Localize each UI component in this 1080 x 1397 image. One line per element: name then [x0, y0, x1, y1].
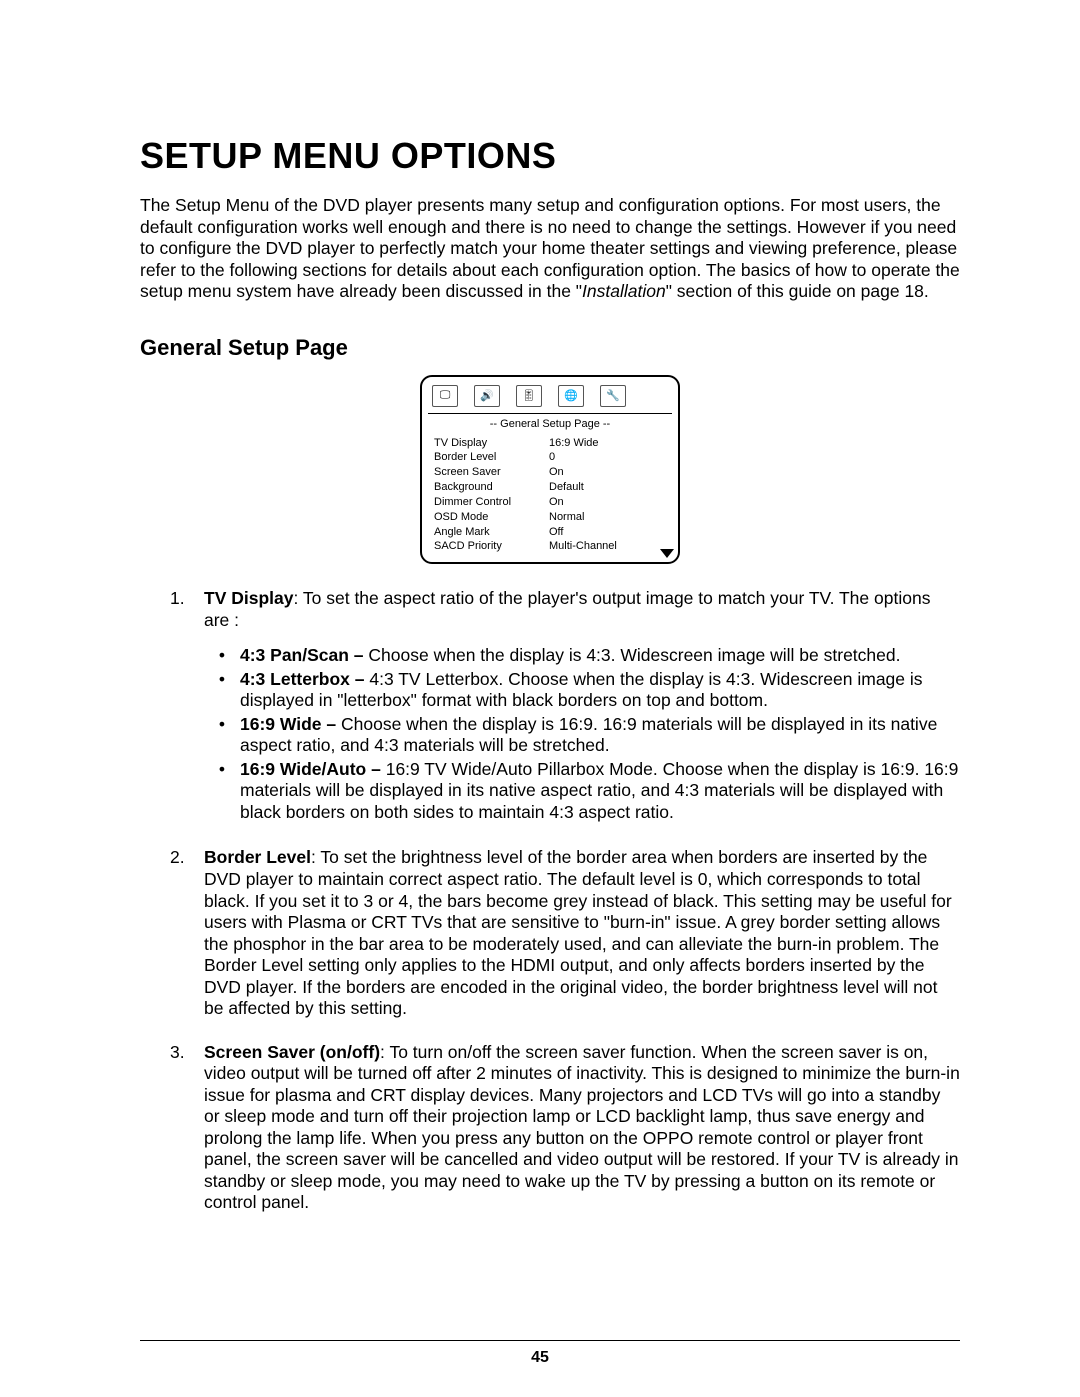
osd-row: SACD PriorityMulti-Channel	[428, 539, 672, 554]
osd-tab-setup-icon: 🔧	[600, 385, 626, 407]
osd-row: Screen SaverOn	[428, 465, 672, 480]
page-title: SETUP MENU OPTIONS	[140, 135, 960, 177]
sub-text: 16:9 Wide/Auto – 16:9 TV Wide/Auto Pilla…	[240, 759, 960, 824]
osd-tab-general-icon: 🖵	[432, 385, 458, 407]
item-text: Screen Saver (on/off): To turn on/off th…	[204, 1042, 960, 1214]
section-heading: General Setup Page	[140, 335, 960, 361]
osd-tab-icons: 🖵 🔊 🎚 🌐 🔧	[428, 383, 672, 413]
item-lead-bold: Border Level	[204, 847, 311, 867]
intro-text-post: " section of this guide on page 18.	[666, 281, 929, 301]
osd-tab-audio-icon: 🔊	[474, 385, 500, 407]
chevron-down-icon	[660, 549, 674, 558]
osd-row-label: Screen Saver	[434, 465, 549, 480]
item-text: Border Level: To set the brightness leve…	[204, 847, 960, 1019]
osd-row-label: OSD Mode	[434, 510, 549, 525]
osd-row-value: Multi-Channel	[549, 539, 666, 554]
osd-tab-video-icon: 🎚	[516, 385, 542, 407]
item-lead-bold: Screen Saver (on/off)	[204, 1042, 380, 1062]
osd-row: OSD ModeNormal	[428, 510, 672, 525]
sub-bold: 16:9 Wide –	[240, 714, 336, 734]
sub-item: •4:3 Pan/Scan – Choose when the display …	[204, 645, 960, 667]
osd-row: Dimmer ControlOn	[428, 495, 672, 510]
osd-row-label: Dimmer Control	[434, 495, 549, 510]
option-list: 1. TV Display: To set the aspect ratio o…	[140, 588, 960, 1213]
bullet-icon: •	[204, 645, 240, 667]
item-lead-rest: : To set the aspect ratio of the player'…	[204, 588, 930, 630]
osd-row: Angle MarkOff	[428, 525, 672, 540]
osd-separator	[428, 413, 672, 414]
osd-row-value: Off	[549, 525, 666, 540]
osd-row-value: On	[549, 465, 666, 480]
sub-bold: 16:9 Wide/Auto –	[240, 759, 381, 779]
sub-text: 4:3 Pan/Scan – Choose when the display i…	[240, 645, 960, 667]
list-item: 1. TV Display: To set the aspect ratio o…	[140, 588, 960, 825]
sub-bold: 4:3 Pan/Scan –	[240, 645, 364, 665]
intro-paragraph: The Setup Menu of the DVD player present…	[140, 195, 960, 303]
osd-row-label: Background	[434, 480, 549, 495]
item-lead-bold: TV Display	[204, 588, 293, 608]
page-number: 45	[0, 1349, 1080, 1367]
intro-italic: Installation	[582, 281, 666, 301]
osd-row-label: SACD Priority	[434, 539, 549, 554]
list-item: 3. Screen Saver (on/off): To turn on/off…	[140, 1042, 960, 1214]
osd-row-value: Default	[549, 480, 666, 495]
osd-row-value: 0	[549, 450, 666, 465]
bullet-icon: •	[204, 669, 240, 712]
bullet-icon: •	[204, 714, 240, 757]
item-number: 2.	[140, 847, 204, 1019]
sub-item: •4:3 Letterbox – 4:3 TV Letterbox. Choos…	[204, 669, 960, 712]
osd-row-value: 16:9 Wide	[549, 436, 666, 451]
item-number: 3.	[140, 1042, 204, 1214]
osd-title: -- General Setup Page --	[428, 418, 672, 430]
sub-rest: Choose when the display is 4:3. Widescre…	[364, 645, 901, 665]
sub-text: 16:9 Wide – Choose when the display is 1…	[240, 714, 960, 757]
sub-bold: 4:3 Letterbox –	[240, 669, 364, 689]
item-text: TV Display: To set the aspect ratio of t…	[204, 588, 960, 825]
osd-figure: 🖵 🔊 🎚 🌐 🔧 -- General Setup Page -- TV Di…	[140, 375, 960, 565]
osd-tab-preference-icon: 🌐	[558, 385, 584, 407]
osd-row-label: TV Display	[434, 436, 549, 451]
osd-rows: TV Display16:9 Wide Border Level0 Screen…	[428, 436, 672, 555]
sub-item: •16:9 Wide/Auto – 16:9 TV Wide/Auto Pill…	[204, 759, 960, 824]
item-number: 1.	[140, 588, 204, 825]
osd-row: TV Display16:9 Wide	[428, 436, 672, 451]
osd-row-label: Angle Mark	[434, 525, 549, 540]
item-lead-rest: : To turn on/off the screen saver functi…	[204, 1042, 960, 1213]
osd-panel: 🖵 🔊 🎚 🌐 🔧 -- General Setup Page -- TV Di…	[420, 375, 680, 565]
sub-rest: Choose when the display is 16:9. 16:9 ma…	[240, 714, 937, 756]
list-item: 2. Border Level: To set the brightness l…	[140, 847, 960, 1019]
sub-list: •4:3 Pan/Scan – Choose when the display …	[204, 645, 960, 823]
bullet-icon: •	[204, 759, 240, 824]
sub-text: 4:3 Letterbox – 4:3 TV Letterbox. Choose…	[240, 669, 960, 712]
osd-row-label: Border Level	[434, 450, 549, 465]
page: SETUP MENU OPTIONS The Setup Menu of the…	[0, 0, 1080, 1397]
footer-rule	[140, 1340, 960, 1341]
osd-row-value: On	[549, 495, 666, 510]
osd-row: Border Level0	[428, 450, 672, 465]
osd-row-value: Normal	[549, 510, 666, 525]
osd-row: BackgroundDefault	[428, 480, 672, 495]
item-lead-rest: : To set the brightness level of the bor…	[204, 847, 952, 1018]
sub-item: •16:9 Wide – Choose when the display is …	[204, 714, 960, 757]
